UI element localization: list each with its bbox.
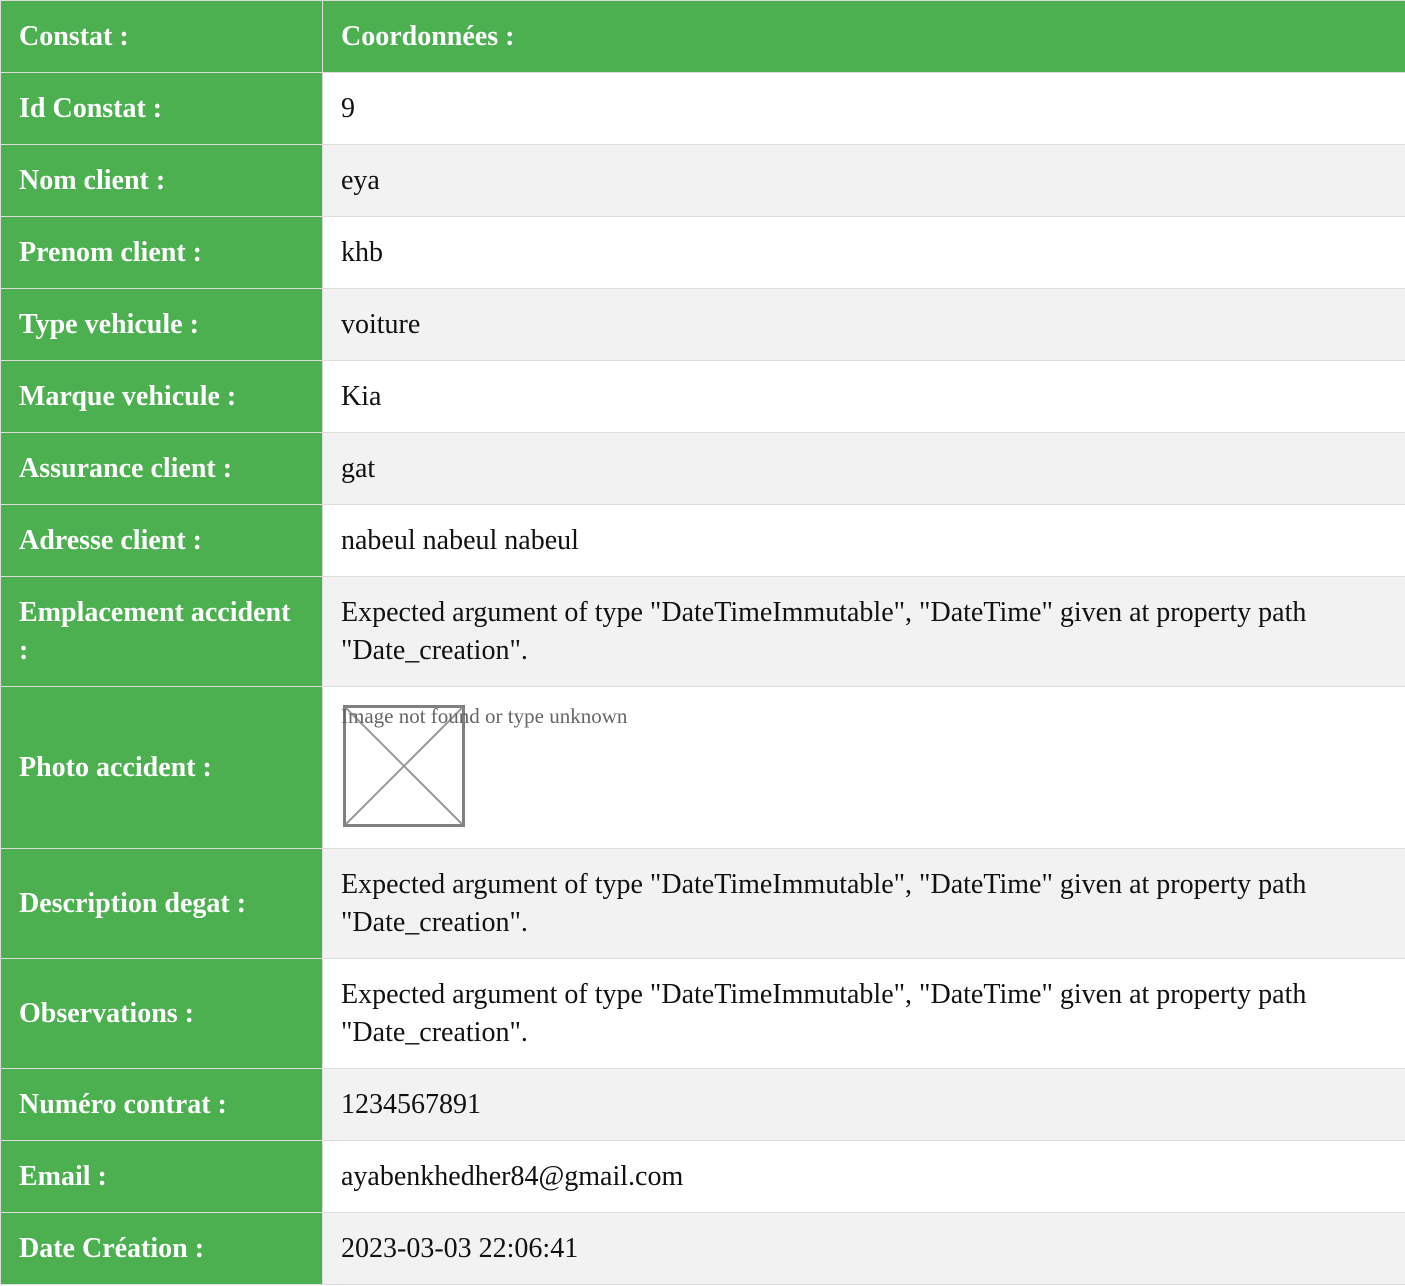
image-alt-text: Image not found or type unknown: [341, 704, 628, 728]
label-date-creation: Date Création :: [0, 1212, 323, 1285]
row-photo-accident: Photo accident : Image not found or type…: [0, 686, 1405, 849]
row-prenom-client: Prenom client : khb: [0, 216, 1405, 289]
row-id-constat: Id Constat : 9: [0, 72, 1405, 145]
label-prenom-client: Prenom client :: [0, 216, 323, 289]
table-header-row: Constat : Coordonnées :: [0, 0, 1405, 73]
value-assurance-client: gat: [322, 432, 1405, 505]
value-id-constat: 9: [322, 72, 1405, 145]
label-type-vehicule: Type vehicule :: [0, 288, 323, 361]
label-marque-vehicule: Marque vehicule :: [0, 360, 323, 433]
row-type-vehicule: Type vehicule : voiture: [0, 288, 1405, 361]
row-observations: Observations : Expected argument of type…: [0, 958, 1405, 1069]
label-assurance-client: Assurance client :: [0, 432, 323, 505]
header-constat: Constat :: [0, 0, 323, 73]
value-marque-vehicule: Kia: [322, 360, 1405, 433]
label-emplacement-accident: Emplacement accident :: [0, 576, 323, 687]
value-email: ayabenkhedher84@gmail.com: [322, 1140, 1405, 1213]
value-adresse-client: nabeul nabeul nabeul: [322, 504, 1405, 577]
row-marque-vehicule: Marque vehicule : Kia: [0, 360, 1405, 433]
label-adresse-client: Adresse client :: [0, 504, 323, 577]
broken-image-icon: Image not found or type unknown: [341, 703, 627, 827]
value-date-creation: 2023-03-03 22:06:41: [322, 1212, 1405, 1285]
label-observations: Observations :: [0, 958, 323, 1069]
row-nom-client: Nom client : eya: [0, 144, 1405, 217]
label-numero-contrat: Numéro contrat :: [0, 1068, 323, 1141]
value-emplacement-accident: Expected argument of type "DateTimeImmut…: [322, 576, 1405, 687]
row-description-degat: Description degat : Expected argument of…: [0, 848, 1405, 959]
value-description-degat: Expected argument of type "DateTimeImmut…: [322, 848, 1405, 959]
value-prenom-client: khb: [322, 216, 1405, 289]
row-adresse-client: Adresse client : nabeul nabeul nabeul: [0, 504, 1405, 577]
value-type-vehicule: voiture: [322, 288, 1405, 361]
constat-details-table: Constat : Coordonnées : Id Constat : 9 N…: [0, 0, 1405, 1285]
row-date-creation: Date Création : 2023-03-03 22:06:41: [0, 1212, 1405, 1285]
row-assurance-client: Assurance client : gat: [0, 432, 1405, 505]
value-numero-contrat: 1234567891: [322, 1068, 1405, 1141]
value-nom-client: eya: [322, 144, 1405, 217]
header-coordonnees: Coordonnées :: [322, 0, 1405, 73]
value-observations: Expected argument of type "DateTimeImmut…: [322, 958, 1405, 1069]
label-photo-accident: Photo accident :: [0, 686, 323, 849]
label-id-constat: Id Constat :: [0, 72, 323, 145]
label-nom-client: Nom client :: [0, 144, 323, 217]
row-numero-contrat: Numéro contrat : 1234567891: [0, 1068, 1405, 1141]
label-email: Email :: [0, 1140, 323, 1213]
label-description-degat: Description degat :: [0, 848, 323, 959]
row-emplacement-accident: Emplacement accident : Expected argument…: [0, 576, 1405, 687]
row-email: Email : ayabenkhedher84@gmail.com: [0, 1140, 1405, 1213]
value-photo-accident: Image not found or type unknown: [322, 686, 1405, 849]
